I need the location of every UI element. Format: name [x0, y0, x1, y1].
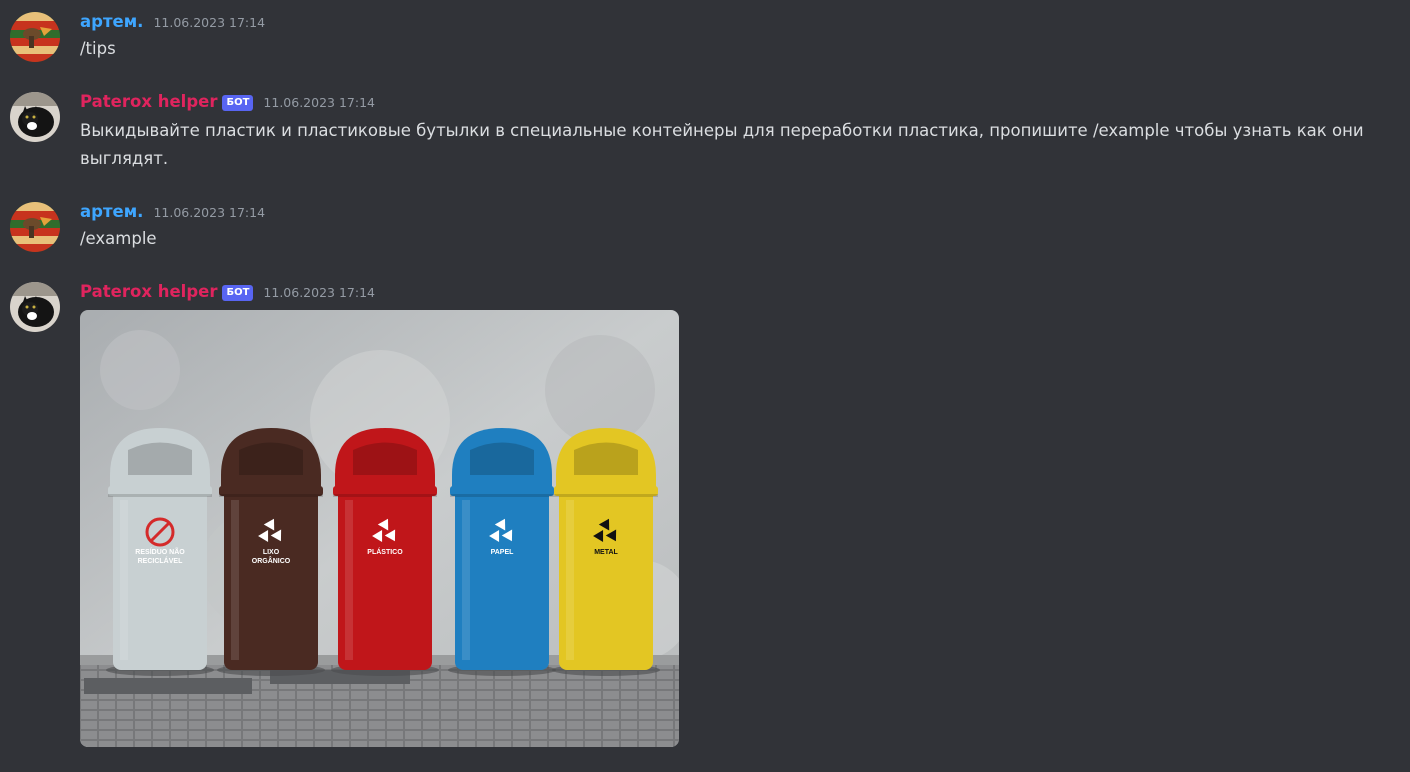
username[interactable]: артем.: [80, 12, 143, 31]
bot-avatar[interactable]: [10, 92, 60, 142]
timestamp: 11.06.2023 17:14: [153, 15, 266, 30]
recycling-bin: PLÁSTICO: [331, 428, 439, 676]
username[interactable]: артем.: [80, 202, 143, 221]
svg-text:LIXO: LIXO: [263, 549, 280, 556]
username[interactable]: Paterox helper: [80, 282, 217, 301]
recycling-bin: LIXOORGÂNICO: [217, 428, 325, 676]
bot-badge: БОТ: [222, 95, 254, 111]
svg-text:METAL: METAL: [594, 549, 618, 556]
svg-text:ORGÂNICO: ORGÂNICO: [252, 556, 291, 565]
user-avatar[interactable]: [10, 202, 60, 252]
bot-badge: БОТ: [222, 285, 254, 301]
message-text: /example: [80, 229, 157, 248]
recycling-bin: RESÍDUO NÃORECICLÁVEL: [106, 428, 214, 676]
recycling-bin: METAL: [552, 428, 660, 676]
username[interactable]: Paterox helper: [80, 92, 217, 111]
message-text: /tips: [80, 39, 116, 58]
recycling-bins-photo: RESÍDUO NÃORECICLÁVELLIXOORGÂNICOPLÁSTIC…: [80, 310, 679, 747]
user-avatar[interactable]: [10, 12, 60, 62]
bot-avatar[interactable]: [10, 282, 60, 332]
svg-text:RECICLÁVEL: RECICLÁVEL: [138, 556, 183, 565]
svg-text:RESÍDUO NÃO: RESÍDUO NÃO: [135, 547, 185, 556]
message-text: Выкидывайте пластик и пластиковые бутылк…: [80, 121, 1364, 168]
timestamp: 11.06.2023 17:14: [263, 285, 375, 300]
svg-text:PAPEL: PAPEL: [491, 549, 515, 556]
recycling-bin: PAPEL: [448, 428, 556, 676]
image-attachment[interactable]: RESÍDUO NÃO RECICLÁVEL LIXO ORGÂNICO PLÁSTIC…: [80, 310, 679, 747]
timestamp: 11.06.2023 17:14: [263, 95, 375, 110]
timestamp: 11.06.2023 17:14: [153, 205, 266, 220]
svg-text:PLÁSTICO: PLÁSTICO: [367, 547, 403, 556]
